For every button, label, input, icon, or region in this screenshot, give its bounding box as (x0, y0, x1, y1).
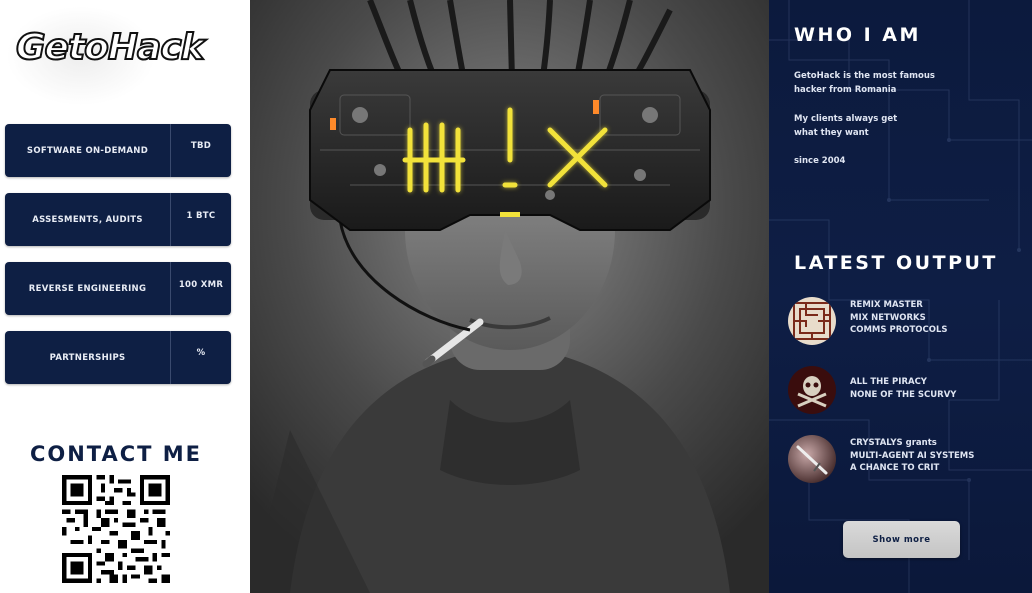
right-panel: Who I am GetoHack is the most famous hac… (769, 0, 1032, 593)
cyber-visor-portrait-icon (250, 0, 769, 593)
service-row-software[interactable]: Software on-demand TBD (5, 124, 231, 177)
service-name: Reverse Engineering (5, 262, 171, 315)
logo[interactable]: GetoHack (6, 6, 226, 106)
service-name: Software on-demand (5, 124, 171, 177)
contact-title: Contact me (29, 442, 203, 466)
service-price: TBD (190, 141, 212, 151)
service-row-reverse-engineering[interactable]: Reverse Engineering 100 XMR (5, 262, 231, 315)
service-name: Assesments, audits (5, 193, 171, 246)
circuit-maze-icon (788, 297, 836, 345)
about-line: since 2004 (794, 156, 846, 166)
logo-text: GetoHack (15, 26, 206, 69)
show-more-button[interactable]: Show more (843, 521, 960, 558)
output-item-text: ALL THE PIRACY NONE OF THE SCURVY (850, 377, 957, 400)
service-row-assessments[interactable]: Assesments, audits 1 BTC (5, 193, 231, 246)
output-item[interactable]: REMIX MASTER MIX NETWORKS COMMS PROTOCOL… (788, 297, 1018, 349)
pirate-skull-icon (788, 366, 836, 414)
service-name: Partnerships (5, 331, 171, 384)
service-price: 1 BTC (186, 211, 216, 221)
output-item[interactable]: CRYSTALYS grants MULTI-AGENT AI SYSTEMS … (788, 435, 1018, 487)
about-line: My clients always get what they want (794, 114, 898, 138)
service-price: % (196, 348, 206, 358)
left-column: GetoHack Software on-demand TBD Assesmen… (0, 0, 250, 593)
crystal-sword-icon (788, 435, 836, 483)
output-title: Latest Output (794, 252, 998, 274)
about-title: Who I am (794, 24, 921, 46)
qr-code-icon[interactable] (62, 475, 170, 583)
output-item-text: CRYSTALYS grants MULTI-AGENT AI SYSTEMS … (850, 438, 975, 473)
about-line: GetoHack is the most famous hacker from … (794, 71, 935, 95)
service-price: 100 XMR (178, 280, 224, 290)
hero-portrait-image (250, 0, 769, 593)
service-row-partnerships[interactable]: Partnerships % (5, 331, 231, 384)
about-text: GetoHack is the most famous hacker from … (794, 69, 1014, 183)
output-item[interactable]: ALL THE PIRACY NONE OF THE SCURVY (788, 366, 1018, 418)
output-item-text: REMIX MASTER MIX NETWORKS COMMS PROTOCOL… (850, 300, 948, 335)
